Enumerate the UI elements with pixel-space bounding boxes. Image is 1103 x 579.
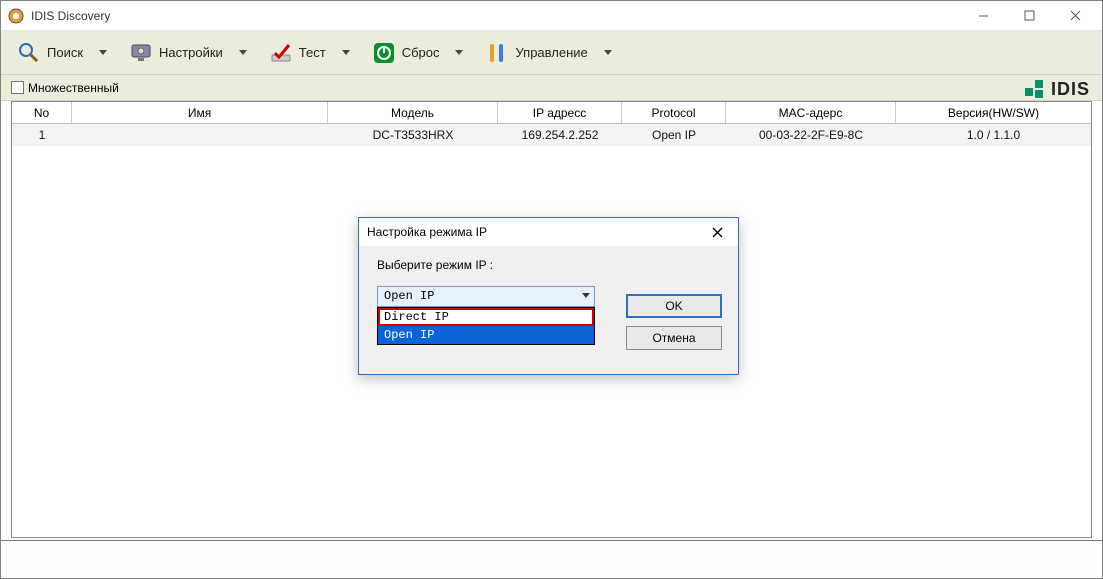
ok-button[interactable]: OK [626,294,722,318]
table-row[interactable]: 1 DC-T3533HRX 169.254.2.252 Open IP 00-0… [12,124,1091,146]
dialog-body: Выберите режим IP : Open IP Direct IP Op… [359,246,738,374]
chevron-down-icon [99,50,107,55]
ip-mode-option-direct[interactable]: Direct IP [378,308,594,326]
ip-mode-option-open[interactable]: Open IP [378,326,594,344]
chevron-down-icon [455,50,463,55]
app-window: IDIS Discovery Поиск Настройки Тест Сбро… [0,0,1103,579]
ip-mode-dropdown: Direct IP Open IP [377,307,595,345]
toolbar-test[interactable]: Тест [259,36,360,70]
cell-ip: 169.254.2.252 [498,124,622,146]
tools-icon [485,41,509,65]
search-icon [17,41,41,65]
maximize-button[interactable] [1006,1,1052,31]
cell-version: 1.0 / 1.1.0 [896,124,1091,146]
col-name[interactable]: Имя [72,102,328,123]
brand-logo: IDIS [1025,79,1090,100]
table-header: No Имя Модель IP адресс Protocol MAC-аде… [12,102,1091,124]
select-value: Open IP [384,289,434,303]
chevron-down-icon [604,50,612,55]
power-icon [372,41,396,65]
col-model[interactable]: Модель [328,102,498,123]
dialog-titlebar: Настройка режима IP [359,218,738,246]
toolbar-settings-label: Настройки [159,45,223,60]
check-icon [269,41,293,65]
multi-checkbox[interactable]: Множественный [11,81,119,95]
minimize-button[interactable] [960,1,1006,31]
dialog-buttons: OK Отмена [626,294,722,350]
cell-model: DC-T3533HRX [328,124,498,146]
toolbar-manage[interactable]: Управление [475,36,621,70]
ip-mode-dialog: Настройка режима IP Выберите режим IP : … [358,217,739,375]
select-display: Open IP [377,286,595,307]
toolbar: Поиск Настройки Тест Сброс Управление [1,31,1102,75]
toolbar-search[interactable]: Поиск [7,36,117,70]
close-icon [712,227,723,238]
toolbar-reset-label: Сброс [402,45,440,60]
titlebar: IDIS Discovery [1,1,1102,31]
checkbox-box-icon [11,81,24,94]
app-icon [7,7,25,25]
monitor-gear-icon [129,41,153,65]
toolbar-reset[interactable]: Сброс [362,36,474,70]
subbar: Множественный IDIS [1,75,1102,101]
toolbar-test-label: Тест [299,45,326,60]
toolbar-search-label: Поиск [47,45,83,60]
window-controls [960,1,1098,31]
col-mac[interactable]: MAC-адерс [726,102,896,123]
col-version[interactable]: Версия(HW/SW) [896,102,1091,123]
col-protocol[interactable]: Protocol [622,102,726,123]
chevron-down-icon [239,50,247,55]
ip-mode-select[interactable]: Open IP Direct IP Open IP [377,286,595,307]
window-title: IDIS Discovery [31,9,110,23]
ip-mode-label: Выберите режим IP : [377,258,722,272]
close-button[interactable] [1052,1,1098,31]
cell-no: 1 [12,124,72,146]
toolbar-manage-label: Управление [515,45,587,60]
toolbar-settings[interactable]: Настройки [119,36,257,70]
cell-name [72,124,328,146]
dialog-title: Настройка режима IP [367,225,487,239]
chevron-down-icon [342,50,350,55]
cell-mac: 00-03-22-2F-E9-8C [726,124,896,146]
multi-checkbox-label: Множественный [28,81,119,95]
chevron-down-icon [582,293,590,298]
cell-protocol: Open IP [622,124,726,146]
brand-text: IDIS [1051,79,1090,100]
col-no[interactable]: No [12,102,72,123]
cancel-button[interactable]: Отмена [626,326,722,350]
dialog-close-button[interactable] [704,221,730,243]
brand-icon [1025,80,1045,100]
footer-bar [1,540,1102,578]
col-ip[interactable]: IP адресс [498,102,622,123]
